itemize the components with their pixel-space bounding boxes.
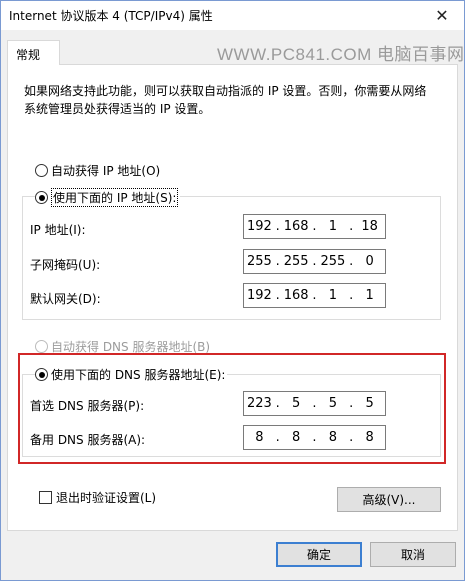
subnet-mask-label: 子网掩码(U): — [30, 258, 101, 272]
subnet-mask-field[interactable]: 255. 255. 255. 0 — [243, 249, 386, 274]
checkbox-indicator — [39, 491, 52, 504]
watermark: WWW.PC841.COM 电脑百事网 — [217, 45, 465, 64]
cancel-button[interactable]: 取消 — [370, 542, 456, 567]
radio-auto-ip[interactable]: 自动获得 IP 地址(O) — [35, 162, 160, 179]
title-bar: Internet 协议版本 4 (TCP/IPv4) 属性 ✕ — [0, 0, 465, 30]
tab-general[interactable]: 常规 — [7, 40, 60, 65]
ok-button[interactable]: 确定 — [276, 542, 362, 567]
validate-settings-label: 退出时验证设置(L) — [56, 491, 157, 505]
gateway-field[interactable]: 192. 168. 1. 1 — [243, 283, 386, 308]
gateway-label: 默认网关(D): — [30, 292, 101, 306]
description-text: 如果网络支持此功能，则可以获取自动指派的 IP 设置。否则，你需要从网络系统管理… — [24, 84, 427, 116]
dns-highlight-box — [18, 353, 446, 464]
close-icon[interactable]: ✕ — [419, 0, 465, 30]
radio-manual-ip-label: 使用下面的 IP 地址(S): — [51, 188, 179, 207]
radio-indicator — [35, 191, 48, 204]
radio-indicator — [35, 164, 48, 177]
advanced-button[interactable]: 高级(V)... — [337, 487, 441, 512]
radio-manual-ip[interactable]: 使用下面的 IP 地址(S): — [35, 188, 181, 207]
radio-indicator — [35, 340, 48, 353]
window-title: Internet 协议版本 4 (TCP/IPv4) 属性 — [9, 9, 213, 23]
validate-settings-checkbox[interactable]: 退出时验证设置(L) — [39, 489, 156, 506]
ip-address-field[interactable]: 192. 168. 1. 18 — [243, 214, 386, 239]
radio-auto-ip-label: 自动获得 IP 地址(O) — [51, 164, 161, 178]
ip-address-label: IP 地址(I): — [30, 223, 86, 237]
